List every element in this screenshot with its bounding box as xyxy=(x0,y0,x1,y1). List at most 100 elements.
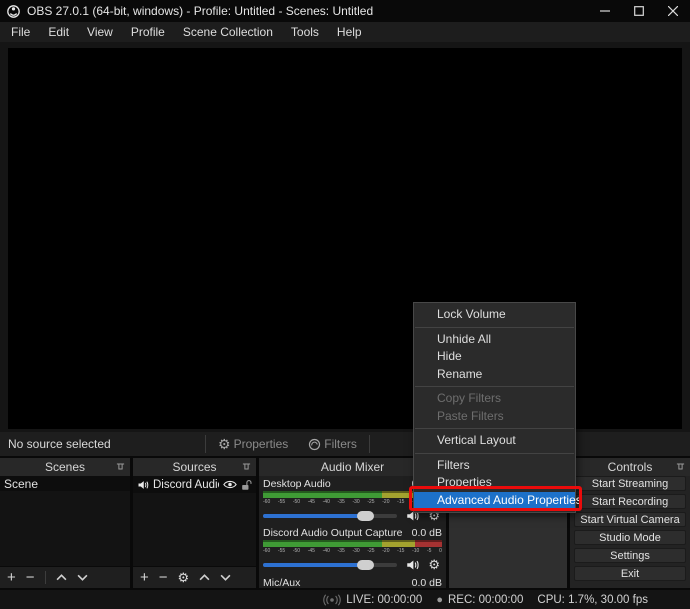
sources-toolbar: + − ⚙ xyxy=(133,566,256,588)
meter-tick-label: -60 xyxy=(263,548,271,554)
menubar-item-help[interactable]: Help xyxy=(328,22,371,42)
properties-button-label: Properties xyxy=(233,437,289,451)
obs-main-window: OBS 27.0.1 (64-bit, windows) - Profile: … xyxy=(0,0,690,609)
channel-level: 0.0 dB xyxy=(411,577,442,588)
obs-logo-icon xyxy=(7,4,20,18)
sources-list: Discord Audio Out xyxy=(133,476,256,566)
source-name: Discord Audio Out xyxy=(153,478,219,491)
channel-settings-gear-icon[interactable]: ⚙ xyxy=(428,558,440,571)
menu-item-unhide-all[interactable]: Unhide All xyxy=(414,331,575,349)
menu-item-rename[interactable]: Rename xyxy=(414,366,575,384)
move-scene-up-button[interactable] xyxy=(56,574,67,581)
meter-tick-label: -25 xyxy=(367,499,375,505)
menu-item-hide[interactable]: Hide xyxy=(414,348,575,366)
meter-tick-label: -20 xyxy=(382,499,390,505)
scenes-toolbar: + − xyxy=(0,566,130,588)
volume-slider[interactable] xyxy=(263,559,398,570)
source-toolbar-buttons: ⚙ Properties Filters xyxy=(205,435,370,453)
controls-panel-header: Controls xyxy=(570,458,690,476)
remove-scene-button[interactable]: − xyxy=(26,570,35,585)
mixer-channel-mic-aux: Mic/Aux 0.0 dB xyxy=(263,577,442,588)
cpu-fps-label: CPU: 1.7%, 30.00 fps xyxy=(537,593,648,606)
maximize-button[interactable] xyxy=(622,0,656,22)
move-source-up-button[interactable] xyxy=(199,574,210,581)
add-scene-button[interactable]: + xyxy=(7,570,16,585)
channel-level: 0.0 dB xyxy=(411,527,442,539)
meter-tick-label: -40 xyxy=(322,548,330,554)
preview-area xyxy=(0,42,690,432)
meter-tick-label: -35 xyxy=(337,499,345,505)
start-recording-button[interactable]: Start Recording xyxy=(574,494,686,509)
volume-slider-handle[interactable] xyxy=(357,559,375,570)
controls-panel-title: Controls xyxy=(607,460,653,474)
menu-item-lock-volume[interactable]: Lock Volume xyxy=(414,306,575,324)
scene-list-item[interactable]: Scene xyxy=(0,476,130,491)
source-properties-gear-icon[interactable]: ⚙ xyxy=(178,571,190,584)
meter-tick-label: -30 xyxy=(352,548,360,554)
preview-canvas[interactable] xyxy=(8,48,682,429)
scenes-panel: Scenes Scene + − xyxy=(0,458,130,588)
studio-mode-button[interactable]: Studio Mode xyxy=(574,530,686,545)
move-source-down-button[interactable] xyxy=(220,574,231,581)
menubar-item-file[interactable]: File xyxy=(2,22,39,42)
sources-panel: Sources Discord Audio Out xyxy=(133,458,256,588)
meter-tick-label: -35 xyxy=(337,548,345,554)
scenes-panel-title: Scenes xyxy=(44,460,86,474)
dock-pin-icon xyxy=(116,462,125,471)
lock-open-icon[interactable] xyxy=(241,479,252,491)
start-streaming-button[interactable]: Start Streaming xyxy=(574,476,686,491)
toolbar-divider xyxy=(44,571,46,584)
menu-item-filters[interactable]: Filters xyxy=(414,457,575,475)
speaker-icon[interactable] xyxy=(405,558,420,572)
window-title: OBS 27.0.1 (64-bit, windows) - Profile: … xyxy=(27,4,374,18)
properties-button[interactable]: ⚙ Properties xyxy=(218,437,288,451)
minimize-button[interactable] xyxy=(588,0,622,22)
filters-button[interactable]: Filters xyxy=(308,437,357,451)
scene-name: Scene xyxy=(4,476,39,491)
dock-pin-icon xyxy=(676,462,685,471)
channel-name: Discord Audio Output Capture xyxy=(263,527,403,539)
menu-item-paste-filters[interactable]: Paste Filters xyxy=(414,408,575,426)
start-virtual-camera-button[interactable]: Start Virtual Camera xyxy=(574,512,686,527)
menubar-item-tools[interactable]: Tools xyxy=(282,22,328,42)
menubar-item-edit[interactable]: Edit xyxy=(39,22,78,42)
menu-item-advanced-audio-properties[interactable]: Advanced Audio Properties xyxy=(414,491,582,509)
close-button[interactable] xyxy=(656,0,690,22)
menu-item-properties[interactable]: Properties xyxy=(414,474,575,492)
scenes-panel-header: Scenes xyxy=(0,458,130,476)
volume-meter xyxy=(263,540,442,547)
meter-tick-label: -15 xyxy=(397,548,405,554)
sources-panel-header: Sources xyxy=(133,458,256,476)
meter-tick-label: -50 xyxy=(292,499,301,505)
meter-tick-label: -25 xyxy=(367,548,375,554)
menubar-item-view[interactable]: View xyxy=(78,22,122,42)
rec-status: ● REC: 00:00:00 xyxy=(436,594,523,606)
meter-tick-label: -55 xyxy=(277,548,286,554)
menu-item-copy-filters[interactable]: Copy Filters xyxy=(414,390,575,408)
add-source-button[interactable]: + xyxy=(140,570,149,585)
meter-tick-label: -45 xyxy=(307,499,315,505)
filters-icon xyxy=(308,438,321,451)
source-list-item[interactable]: Discord Audio Out xyxy=(133,476,256,493)
source-toolbar: No source selected ⚙ Properties Filters xyxy=(0,432,690,456)
channel-name: Mic/Aux xyxy=(263,577,301,588)
remove-source-button[interactable]: − xyxy=(159,570,168,585)
meter-tick-label: -60 xyxy=(263,499,271,505)
settings-button[interactable]: Settings xyxy=(574,548,686,563)
visibility-eye-icon[interactable] xyxy=(223,480,237,489)
exit-button[interactable]: Exit xyxy=(574,566,686,581)
record-dot-icon: ● xyxy=(436,593,443,606)
volume-slider-handle[interactable] xyxy=(357,510,375,521)
move-scene-down-button[interactable] xyxy=(77,574,88,581)
menubar-item-profile[interactable]: Profile xyxy=(122,22,174,42)
menu-item-vertical-layout[interactable]: Vertical Layout xyxy=(414,432,575,450)
filters-button-label: Filters xyxy=(324,437,357,451)
volume-slider[interactable] xyxy=(263,510,398,521)
sources-panel-title: Sources xyxy=(172,460,217,474)
statusbar: LIVE: 00:00:00 ● REC: 00:00:00 CPU: 1.7%… xyxy=(0,590,690,609)
scenes-list: Scene xyxy=(0,476,130,566)
meter-tick-label: -45 xyxy=(307,548,315,554)
channel-name: Desktop Audio xyxy=(263,478,331,490)
live-time-label: LIVE: 00:00:00 xyxy=(346,593,423,606)
menubar-item-scene-collection[interactable]: Scene Collection xyxy=(174,22,282,42)
